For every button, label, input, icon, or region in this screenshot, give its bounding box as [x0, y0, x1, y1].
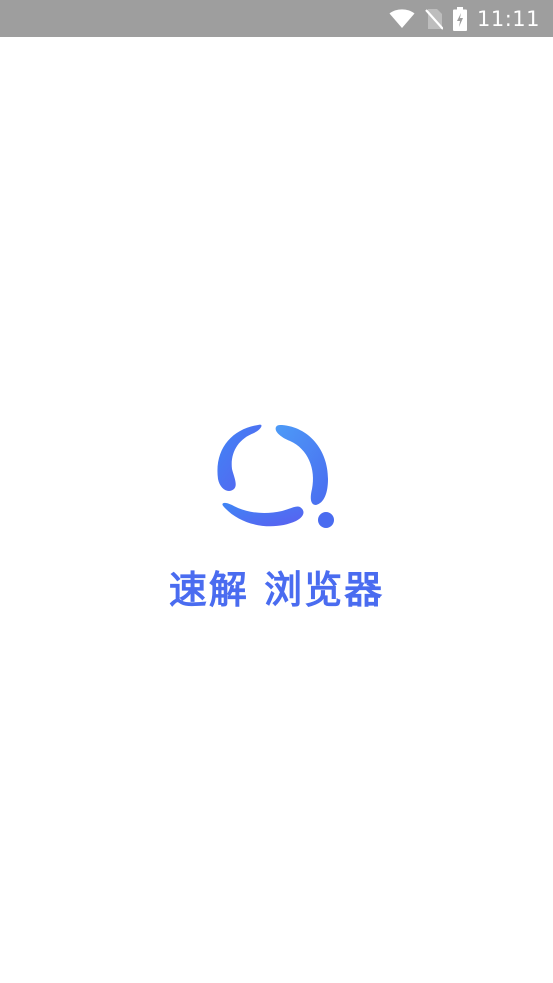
battery-charging-icon [452, 6, 467, 31]
app-logo [212, 419, 340, 531]
wifi-icon [389, 8, 415, 29]
splash-screen: 速解 浏览器 [0, 37, 553, 983]
status-bar: 11:11 [0, 0, 553, 37]
no-sim-icon [425, 8, 443, 30]
status-time: 11:11 [476, 6, 540, 31]
app-name-title: 速解 浏览器 [168, 568, 385, 612]
